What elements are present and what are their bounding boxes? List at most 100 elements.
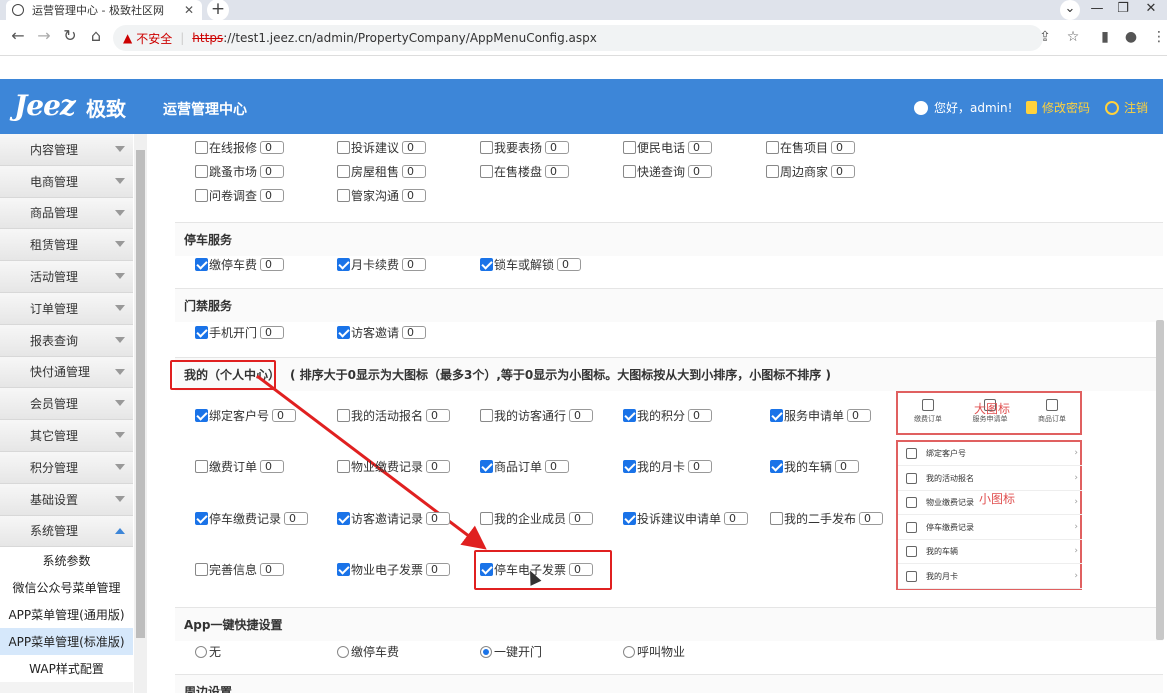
option-checkbox[interactable] xyxy=(480,409,493,422)
close-tab-icon[interactable]: ✕ xyxy=(182,3,196,17)
sidebar-sub-item[interactable]: 微信公众号菜单管理 xyxy=(0,574,133,602)
sidebar-menu-item[interactable]: 其它管理 xyxy=(0,420,133,452)
sort-order-input[interactable]: 0 xyxy=(835,460,860,473)
option-checkbox[interactable] xyxy=(480,512,493,525)
sidebar-menu-item[interactable]: 订单管理 xyxy=(0,292,133,325)
share-icon[interactable]: ⇪ xyxy=(1036,29,1054,45)
sidebar-menu-item[interactable]: 快付通管理 xyxy=(0,356,133,389)
sort-order-input[interactable]: 0 xyxy=(272,409,297,422)
change-password-link[interactable]: 修改密码 xyxy=(1026,99,1090,116)
option-checkbox[interactable] xyxy=(480,165,493,178)
option-checkbox[interactable] xyxy=(195,165,208,178)
option-checkbox[interactable] xyxy=(623,512,636,525)
browser-tab[interactable]: 运营管理中心 - 极致社区网 ✕ xyxy=(6,0,202,20)
option-checkbox[interactable] xyxy=(195,460,208,473)
option-checkbox[interactable] xyxy=(623,165,636,178)
sort-order-input[interactable]: 0 xyxy=(831,165,856,178)
bookmark-star-icon[interactable]: ☆ xyxy=(1064,29,1082,45)
option-checkbox[interactable] xyxy=(623,460,636,473)
option-checkbox[interactable] xyxy=(195,189,208,202)
sort-order-input[interactable]: 0 xyxy=(688,165,713,178)
sidebar-menu-item[interactable]: 报表查询 xyxy=(0,324,133,357)
quick-option[interactable]: 一键开门 xyxy=(480,643,542,660)
sort-order-input[interactable]: 0 xyxy=(545,460,570,473)
tab-search-icon[interactable]: ⌄ xyxy=(1060,0,1080,20)
option-checkbox[interactable] xyxy=(195,512,208,525)
option-checkbox[interactable] xyxy=(337,165,350,178)
option-checkbox[interactable] xyxy=(480,460,493,473)
option-checkbox[interactable] xyxy=(337,512,350,525)
back-icon[interactable]: ← xyxy=(8,26,28,45)
sidebar-menu-item[interactable]: 电商管理 xyxy=(0,165,133,198)
option-checkbox[interactable] xyxy=(480,258,493,271)
sort-order-input[interactable]: 0 xyxy=(260,563,285,576)
sort-order-input[interactable]: 0 xyxy=(402,165,427,178)
radio-button[interactable] xyxy=(195,645,207,658)
sort-order-input[interactable]: 0 xyxy=(402,141,427,154)
home-icon[interactable]: ⌂ xyxy=(86,26,106,45)
forward-icon[interactable]: → xyxy=(34,26,54,45)
option-checkbox[interactable] xyxy=(623,409,636,422)
sort-order-input[interactable]: 0 xyxy=(260,189,285,202)
option-checkbox[interactable] xyxy=(766,141,779,154)
sort-order-input[interactable]: 0 xyxy=(569,409,594,422)
option-checkbox[interactable] xyxy=(770,409,783,422)
scrollbar-thumb[interactable] xyxy=(136,150,145,638)
sidebar-sub-item[interactable]: 系统参数 xyxy=(0,547,133,575)
sort-order-input[interactable]: 0 xyxy=(724,512,749,525)
sort-order-input[interactable]: 0 xyxy=(260,258,285,271)
sort-order-input[interactable]: 0 xyxy=(402,258,427,271)
option-checkbox[interactable] xyxy=(337,460,350,473)
option-checkbox[interactable] xyxy=(195,326,208,339)
url-field[interactable]: ▲ 不安全 | https ://test1.jeez.cn/admin/Pro… xyxy=(113,25,1043,51)
option-checkbox[interactable] xyxy=(195,563,208,576)
option-checkbox[interactable] xyxy=(770,460,783,473)
sort-order-input[interactable]: 0 xyxy=(402,189,427,202)
option-checkbox[interactable] xyxy=(480,563,493,576)
sort-order-input[interactable]: 0 xyxy=(831,141,856,154)
sort-order-input[interactable]: 0 xyxy=(426,460,451,473)
sidebar-menu-item[interactable]: 系统管理 xyxy=(0,515,133,548)
option-checkbox[interactable] xyxy=(770,512,783,525)
sort-order-input[interactable]: 0 xyxy=(260,326,285,339)
sort-order-input[interactable]: 0 xyxy=(260,141,285,154)
option-checkbox[interactable] xyxy=(766,165,779,178)
option-checkbox[interactable] xyxy=(337,189,350,202)
sidebar-sub-item[interactable]: APP菜单管理(通用版) xyxy=(0,601,133,629)
option-checkbox[interactable] xyxy=(195,141,208,154)
sort-order-input[interactable]: 0 xyxy=(859,512,884,525)
radio-button[interactable] xyxy=(623,645,635,658)
sort-order-input[interactable]: 0 xyxy=(260,460,285,473)
sort-order-input[interactable]: 0 xyxy=(284,512,309,525)
logout-link[interactable]: 注销 xyxy=(1105,99,1148,116)
sort-order-input[interactable]: 0 xyxy=(688,141,713,154)
option-checkbox[interactable] xyxy=(195,258,208,271)
option-checkbox[interactable] xyxy=(480,141,493,154)
option-checkbox[interactable] xyxy=(337,258,350,271)
option-checkbox[interactable] xyxy=(337,563,350,576)
sort-order-input[interactable]: 0 xyxy=(426,563,451,576)
option-checkbox[interactable] xyxy=(195,409,208,422)
radio-button[interactable] xyxy=(480,645,492,658)
sort-order-input[interactable]: 0 xyxy=(557,258,582,271)
sort-order-input[interactable]: 0 xyxy=(426,409,451,422)
profile-icon[interactable]: ● xyxy=(1122,29,1140,45)
sidebar-menu-item[interactable]: 租赁管理 xyxy=(0,229,133,262)
sidebar-menu-item[interactable]: 商品管理 xyxy=(0,197,133,230)
new-tab-button[interactable]: + xyxy=(207,0,229,21)
close-window-icon[interactable]: ✕ xyxy=(1140,0,1162,20)
quick-option[interactable]: 无 xyxy=(195,643,221,660)
sidebar-menu-item[interactable]: 活动管理 xyxy=(0,261,133,293)
sort-order-input[interactable]: 0 xyxy=(260,165,285,178)
sidebar-menu-item[interactable]: 积分管理 xyxy=(0,451,133,484)
sidebar-menu-item[interactable]: 会员管理 xyxy=(0,388,133,421)
sort-order-input[interactable]: 0 xyxy=(569,563,594,576)
minimize-icon[interactable]: — xyxy=(1086,0,1108,20)
sort-order-input[interactable]: 0 xyxy=(688,409,713,422)
quick-option[interactable]: 呼叫物业 xyxy=(623,643,685,660)
reload-icon[interactable]: ↻ xyxy=(60,26,80,45)
sort-order-input[interactable]: 0 xyxy=(426,512,451,525)
sort-order-input[interactable]: 0 xyxy=(545,141,570,154)
restore-icon[interactable]: ❐ xyxy=(1112,0,1134,20)
sort-order-input[interactable]: 0 xyxy=(688,460,713,473)
